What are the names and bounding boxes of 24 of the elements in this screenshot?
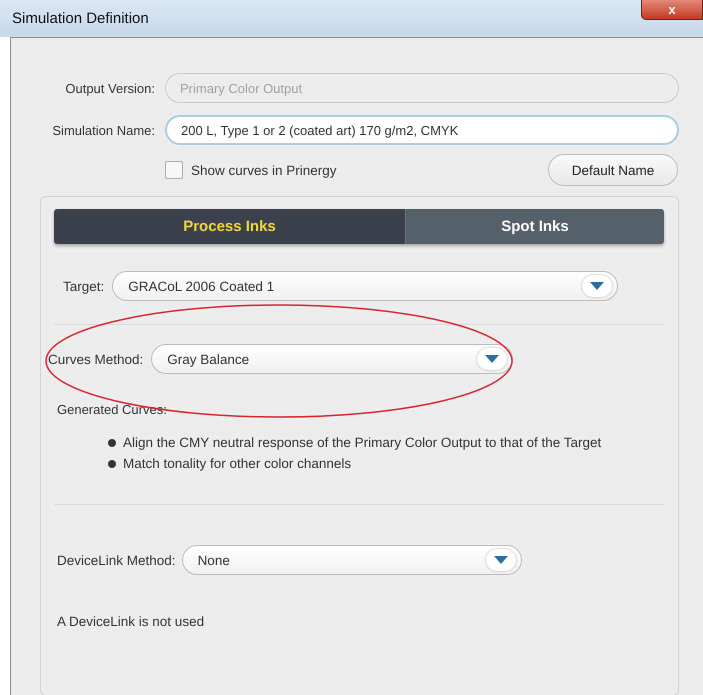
close-button[interactable]: x — [641, 0, 703, 20]
checkbox[interactable] — [165, 161, 183, 179]
bullet-icon — [108, 438, 116, 446]
simulation-name-field[interactable]: 200 L, Type 1 or 2 (coated art) 170 g/m2, CMYK — [165, 115, 679, 145]
field-label: Output Version: — [64, 80, 155, 96]
field-label: Simulation Name: — [51, 122, 155, 138]
bullet-text: Align the CMY neutral response of the Primary Color Output to that of the Target — [123, 435, 602, 450]
window-title: Simulation Definition — [12, 10, 149, 27]
dropdown-arrow-icon — [486, 549, 516, 571]
devicelink-method-dropdown[interactable]: None — [182, 545, 522, 575]
dropdown-arrow-icon — [477, 348, 508, 370]
dropdown-arrow-icon — [582, 275, 612, 297]
tab[interactable]: Spot Inks — [406, 209, 664, 244]
field-label: Target: — [63, 278, 104, 294]
tab[interactable]: Process Inks — [54, 209, 406, 244]
curves-method-dropdown[interactable]: Gray Balance — [151, 344, 514, 374]
checkbox-label[interactable]: Show curves in Prinergy — [191, 162, 337, 178]
info-text: A DeviceLink is not used — [56, 614, 206, 629]
bullet-icon — [108, 460, 116, 468]
field-label: DeviceLink Method: — [57, 552, 176, 568]
target-dropdown[interactable]: GRACoL 2006 Coated 1 — [112, 271, 618, 301]
default-name-button[interactable]: Default Name — [548, 154, 678, 186]
field-label: Curves Method: — [48, 352, 144, 366]
bullet-text: Match tonality for other color channels — [123, 456, 352, 471]
